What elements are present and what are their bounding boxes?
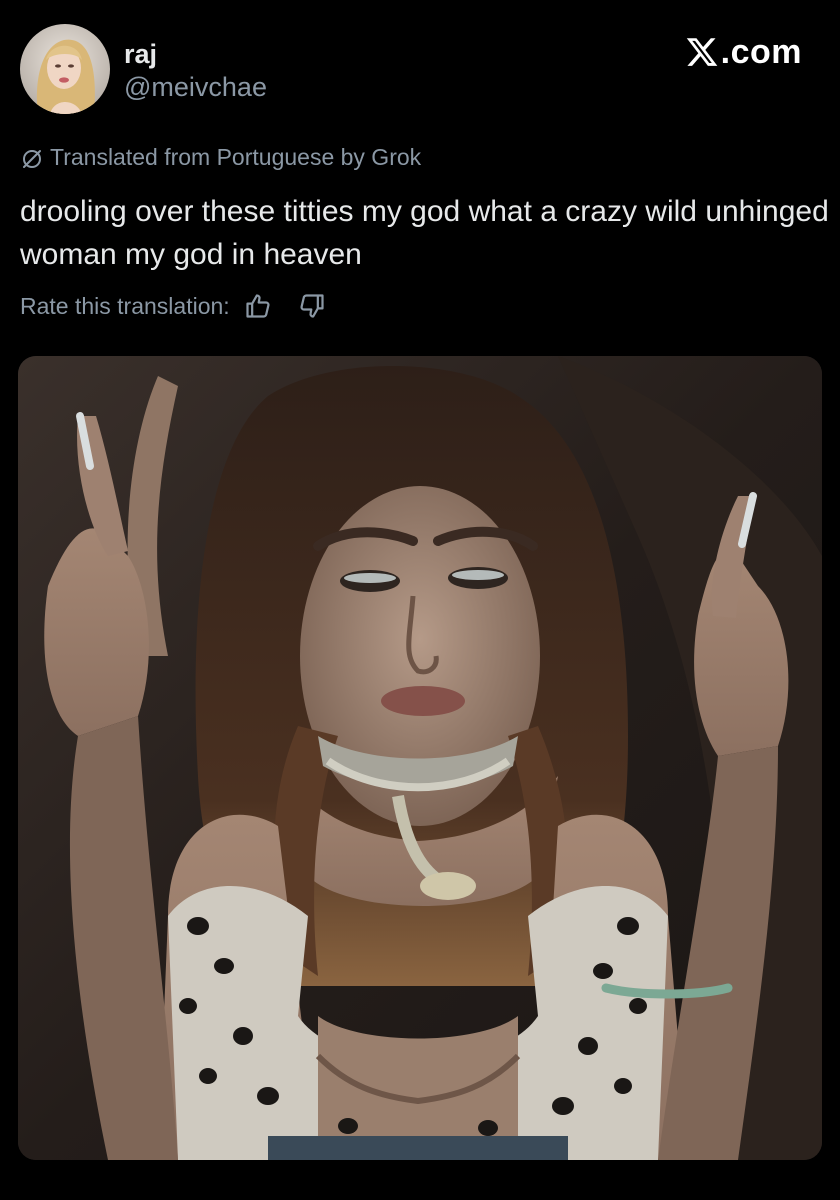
photo-image — [18, 356, 822, 1160]
translate-slash-icon — [23, 149, 41, 168]
user-info: raj @meivchae — [124, 38, 267, 104]
avatar[interactable] — [20, 24, 110, 114]
rate-translation: Rate this translation: — [20, 290, 328, 322]
tweet-media-photo[interactable] — [18, 356, 822, 1160]
display-name[interactable]: raj — [124, 38, 267, 70]
user-handle[interactable]: @meivchae — [124, 70, 267, 104]
brand-logo[interactable]: .com — [685, 32, 802, 72]
thumbs-down-icon — [300, 294, 324, 318]
rate-up-button[interactable] — [242, 290, 274, 322]
translation-notice[interactable]: Translated from Portuguese by Grok — [20, 144, 421, 171]
avatar-photo — [20, 24, 110, 114]
brand-text: .com — [720, 32, 802, 71]
tweet-text: drooling over these titties my god what … — [20, 195, 829, 271]
translation-label: Translated from Portuguese by Grok — [50, 144, 422, 170]
rate-label: Rate this translation: — [20, 292, 230, 319]
rate-down-button[interactable] — [296, 290, 328, 322]
thumbs-up-icon — [246, 294, 270, 318]
x-logo-icon — [686, 38, 717, 66]
